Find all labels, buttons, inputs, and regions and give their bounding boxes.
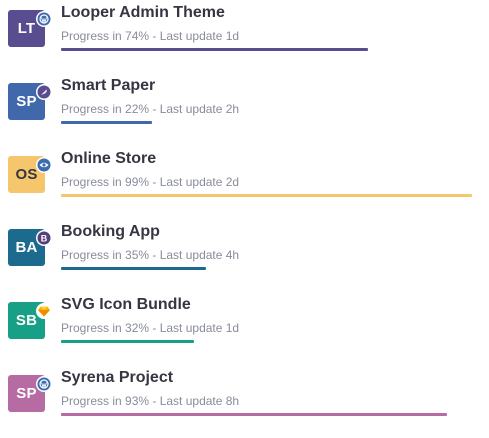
project-title[interactable]: Booking App: [61, 223, 160, 241]
progress-bar: [61, 121, 152, 124]
project-progress-text: Progress in 35% - Last update 4h: [61, 248, 240, 262]
project-title[interactable]: Looper Admin Theme: [61, 4, 225, 22]
project-progress-text: Progress in 74% - Last update 1d: [61, 29, 240, 43]
progress-bar: [61, 340, 194, 343]
progress-bar: [61, 267, 206, 270]
sketch-icon: [36, 303, 52, 319]
svg-text:B: B: [41, 233, 48, 243]
project-progress-text: Progress in 32% - Last update 1d: [61, 321, 240, 335]
progress-bar: [61, 413, 447, 416]
feather-icon: [36, 84, 52, 100]
eye-icon: [36, 157, 52, 173]
bootstrap-icon: B: [36, 230, 52, 246]
project-list: LT Looper Admin Theme Progress in 74% - …: [0, 0, 489, 432]
list-item[interactable]: OS Online Store Progress in 99% - Last u…: [0, 146, 489, 219]
progress-bar: [61, 48, 368, 51]
project-progress-text: Progress in 22% - Last update 2h: [61, 102, 240, 116]
project-progress-text: Progress in 93% - Last update 8h: [61, 394, 240, 408]
project-title[interactable]: Smart Paper: [61, 77, 155, 95]
progress-bar: [61, 194, 472, 197]
list-item[interactable]: SB SVG Icon Bundle Progress in 32% - Las…: [0, 292, 489, 365]
project-progress-text: Progress in 99% - Last update 2d: [61, 175, 240, 189]
list-item[interactable]: LT Looper Admin Theme Progress in 74% - …: [0, 0, 489, 73]
project-title[interactable]: Syrena Project: [61, 369, 173, 387]
project-title[interactable]: Online Store: [61, 150, 156, 168]
wordpress-icon: [36, 11, 52, 27]
list-item[interactable]: SP Smart Paper Progress in 22% - Last up…: [0, 73, 489, 146]
list-item[interactable]: SP Syrena Project Progress in 93% - Last…: [0, 365, 489, 438]
project-title[interactable]: SVG Icon Bundle: [61, 296, 191, 314]
list-item[interactable]: BA B Booking App Progress in 35% - Last …: [0, 219, 489, 292]
wordpress-icon: [36, 376, 52, 392]
